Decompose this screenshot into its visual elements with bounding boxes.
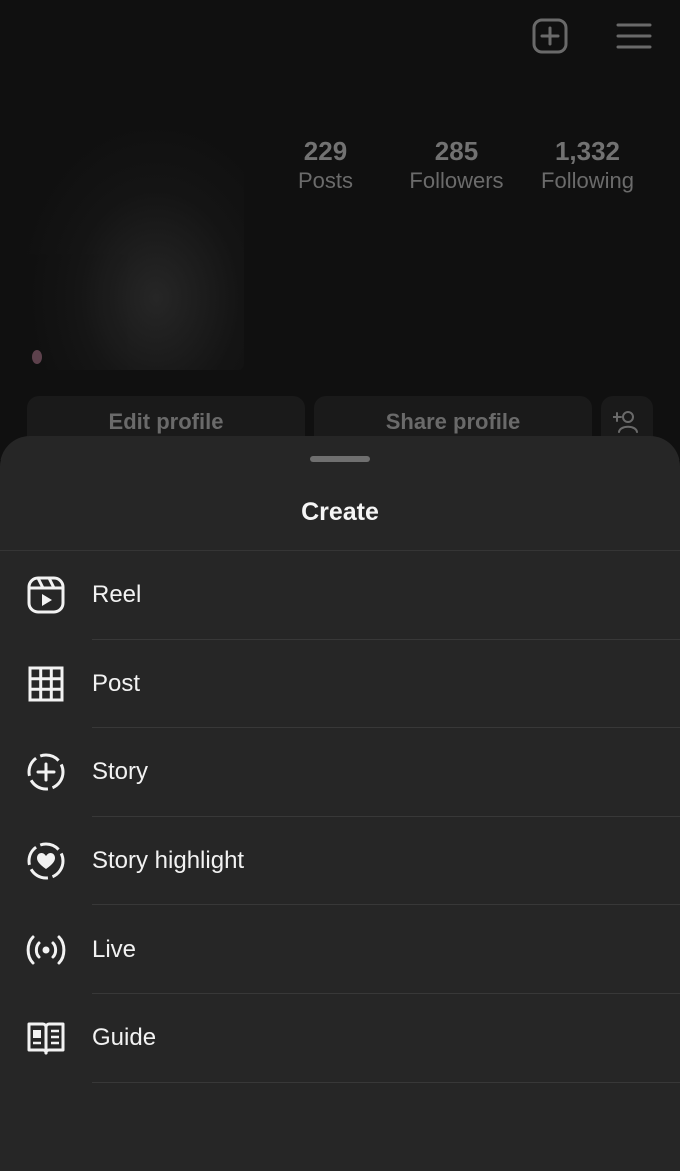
menu-item-label: Story bbox=[92, 758, 149, 786]
stat-followers[interactable]: 285 Followers bbox=[391, 136, 522, 196]
menu-item-label: Story highlight bbox=[92, 847, 245, 875]
profile-background: 229 Posts 285 Followers 1,332 Following … bbox=[0, 0, 680, 460]
stat-number: 1,332 bbox=[554, 136, 621, 166]
stat-number: 285 bbox=[434, 136, 479, 166]
menu-item-label: Reel bbox=[92, 581, 142, 609]
menu-item-label: Post bbox=[92, 669, 141, 697]
live-broadcast-icon bbox=[24, 928, 68, 972]
sheet-drag-handle[interactable] bbox=[310, 456, 370, 462]
stat-following[interactable]: 1,332 Following bbox=[522, 136, 653, 196]
avatar-highlight bbox=[32, 350, 42, 364]
profile-avatar[interactable] bbox=[24, 130, 244, 370]
grid-icon bbox=[24, 662, 68, 706]
menu-item-label: Guide bbox=[92, 1024, 157, 1052]
guide-book-icon bbox=[24, 1016, 68, 1060]
menu-item-reel[interactable]: Reel bbox=[0, 551, 680, 640]
stat-label: Posts bbox=[297, 168, 354, 193]
story-plus-icon bbox=[24, 750, 68, 794]
screen: 229 Posts 285 Followers 1,332 Following … bbox=[0, 0, 680, 1171]
menu-item-guide[interactable]: Guide bbox=[0, 994, 680, 1083]
sheet-title: Create bbox=[301, 498, 379, 526]
hamburger-menu-icon[interactable] bbox=[614, 16, 654, 56]
top-bar-actions bbox=[530, 16, 654, 56]
menu-item-live[interactable]: Live bbox=[0, 905, 680, 994]
story-highlight-heart-icon bbox=[24, 839, 68, 883]
reel-icon bbox=[24, 573, 68, 617]
plus-square-icon[interactable] bbox=[530, 16, 570, 56]
stat-number: 229 bbox=[303, 136, 348, 166]
menu-item-story-highlight[interactable]: Story highlight bbox=[0, 817, 680, 906]
divider bbox=[92, 1081, 680, 1083]
menu-item-post[interactable]: Post bbox=[0, 640, 680, 729]
create-sheet: Create Reel Post Story Story highlight L… bbox=[0, 436, 680, 1171]
stat-posts[interactable]: 229 Posts bbox=[260, 136, 391, 196]
stat-label: Following bbox=[541, 168, 634, 193]
menu-item-label: Live bbox=[92, 935, 137, 963]
menu-item-story[interactable]: Story bbox=[0, 728, 680, 817]
create-menu: Reel Post Story Story highlight Live Gui… bbox=[0, 551, 680, 1083]
profile-stats: 229 Posts 285 Followers 1,332 Following bbox=[260, 136, 653, 196]
stat-label: Followers bbox=[409, 168, 504, 193]
